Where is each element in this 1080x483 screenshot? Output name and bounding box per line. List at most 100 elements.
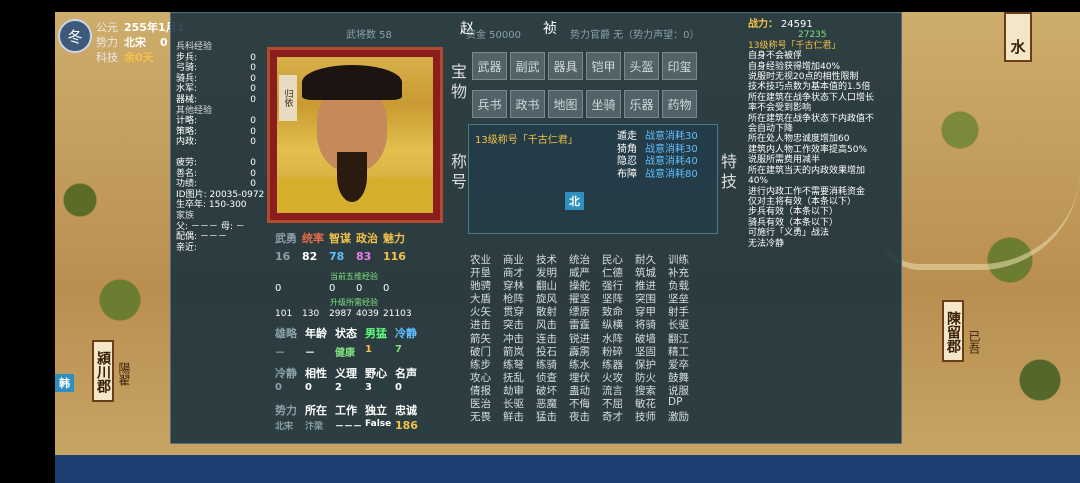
skill-item[interactable]: 劫审 [503,383,536,397]
skill-item[interactable]: 锐进 [569,331,602,345]
skill-item[interactable]: 练骑 [536,357,569,371]
skill-item[interactable]: 风击 [536,317,569,331]
skill-item[interactable]: 鲜击 [503,409,536,423]
skill-item[interactable]: 说服 [668,383,701,397]
skill-item[interactable]: 练步 [470,357,503,371]
skill-item[interactable]: 搜索 [635,383,668,397]
skill-item[interactable]: 缥原 [569,304,602,318]
skill-item[interactable]: 精工 [668,344,701,358]
skill-item[interactable]: 贯穿 [503,304,536,318]
skill-item[interactable]: 抚乱 [503,370,536,384]
skill-item[interactable]: 长驱 [503,396,536,410]
skill-item[interactable]: 箭岚 [503,344,536,358]
city-label-chenliu[interactable]: 陳留郡 [942,300,964,362]
slot-mount[interactable]: 坐骑 [586,90,621,118]
skill-item[interactable]: 翻山 [536,278,569,292]
skill-item[interactable]: 进击 [470,317,503,331]
season-indicator[interactable]: 冬 [58,19,92,53]
stratagem-item[interactable]: 遁走 战意消耗30 [617,131,698,144]
skill-item[interactable]: 翻江 [668,331,701,345]
stratagem-item[interactable]: 隐忍 战意消耗40 [617,156,698,169]
skill-item[interactable]: 激励 [668,409,701,423]
skill-item[interactable]: 坚阵 [602,291,635,305]
slot-medicine[interactable]: 药物 [662,90,697,118]
city-label-water[interactable]: 水 [1004,12,1032,62]
skill-item[interactable]: 仁德 [602,265,635,279]
skill-item[interactable]: 纵横 [602,317,635,331]
skill-item[interactable]: 训练 [668,252,701,266]
skill-item[interactable]: 筑城 [635,265,668,279]
skill-item[interactable]: 破墙 [635,331,668,345]
skill-item[interactable]: 蛊动 [569,383,602,397]
skill-item[interactable]: 开垦 [470,265,503,279]
stratagem-item[interactable]: 猗角 战意消耗30 [617,144,698,157]
skill-item[interactable]: 水阵 [602,331,635,345]
skill-item[interactable]: 箭矢 [470,331,503,345]
skill-item[interactable]: 射手 [668,304,701,318]
skill-item[interactable]: 穿甲 [635,304,668,318]
slot-seal[interactable]: 印玺 [662,52,697,80]
skill-item[interactable]: 保护 [635,357,668,371]
slot-tool[interactable]: 器具 [548,52,583,80]
skill-item[interactable]: 连击 [536,331,569,345]
skill-item[interactable]: 倩报 [470,383,503,397]
skill-item[interactable]: 不屈 [602,396,635,410]
skill-item[interactable]: 散射 [536,304,569,318]
skill-item[interactable]: 坚固 [635,344,668,358]
character-detail-panel[interactable]: 赵 祯 武将数 58 资金 50000 势力官爵 无（势力声望：0） 宝物 称号… [170,12,902,444]
slot-sub-weapon[interactable]: 副武 [510,52,545,80]
skill-item[interactable]: 侦查 [536,370,569,384]
skill-item[interactable]: 统治 [569,252,602,266]
skill-item[interactable]: 推进 [635,278,668,292]
skill-item[interactable]: 耐久 [635,252,668,266]
skill-item[interactable]: 穿林 [503,278,536,292]
slot-armor[interactable]: 铠甲 [586,52,621,80]
skill-item[interactable]: 民心 [602,252,635,266]
skill-item[interactable]: 奇才 [602,409,635,423]
skill-item[interactable]: 破坏 [536,383,569,397]
slot-military-book[interactable]: 兵书 [472,90,507,118]
skill-item[interactable]: 破门 [470,344,503,358]
skill-item[interactable]: 练弩 [503,357,536,371]
skill-item[interactable]: 突击 [503,317,536,331]
skill-item[interactable]: 擢坚 [569,291,602,305]
skill-item[interactable]: 农业 [470,252,503,266]
skill-item[interactable]: 投石 [536,344,569,358]
title-info-box[interactable]: 13级称号「千古仁君」 遁走 战意消耗30 猗角 战意消耗30 隐忍 战意消耗40 布… [468,124,718,234]
skill-item[interactable]: 火攻 [602,370,635,384]
skill-item[interactable]: 敏花 [635,396,668,410]
skill-item[interactable]: 补充 [668,265,701,279]
skill-item[interactable]: 雷霆 [569,317,602,331]
skill-item[interactable]: 威严 [569,265,602,279]
skill-item[interactable]: 埋伏 [569,370,602,384]
force-flag-bei[interactable]: 北 [565,192,584,210]
skill-item[interactable]: 技师 [635,409,668,423]
skill-item[interactable]: 攻心 [470,370,503,384]
slot-politics-book[interactable]: 政书 [510,90,545,118]
skill-item[interactable]: 致命 [602,304,635,318]
skill-item[interactable]: 医治 [470,396,503,410]
skill-item[interactable]: 冲击 [503,331,536,345]
skill-item[interactable]: 技术 [536,252,569,266]
slot-weapon[interactable]: 武器 [472,52,507,80]
force-flag-han[interactable]: 韩 [55,374,74,392]
skill-item[interactable]: 鼓舞 [668,370,701,384]
skill-item[interactable]: 商才 [503,265,536,279]
skill-item[interactable]: 流言 [602,383,635,397]
skill-item[interactable]: 强行 [602,278,635,292]
skill-item[interactable]: 霹雳 [569,344,602,358]
skill-item[interactable]: 夜击 [569,409,602,423]
city-label-yingchuan[interactable]: 潁川郡 [92,340,114,402]
skill-item[interactable]: 粉碎 [602,344,635,358]
skill-item[interactable]: 不侮 [569,396,602,410]
skill-item[interactable]: 负载 [668,278,701,292]
stratagem-item[interactable]: 布障 战意消耗80 [617,169,698,182]
skill-item[interactable]: 大盾 [470,291,503,305]
skill-item[interactable]: 操舵 [569,278,602,292]
skill-item[interactable]: 商业 [503,252,536,266]
skill-item[interactable]: 突围 [635,291,668,305]
skill-item[interactable]: 防火 [635,370,668,384]
skill-item[interactable]: DP [668,396,701,409]
skill-item[interactable]: 爱卒 [668,357,701,371]
skill-item[interactable]: 将骑 [635,317,668,331]
